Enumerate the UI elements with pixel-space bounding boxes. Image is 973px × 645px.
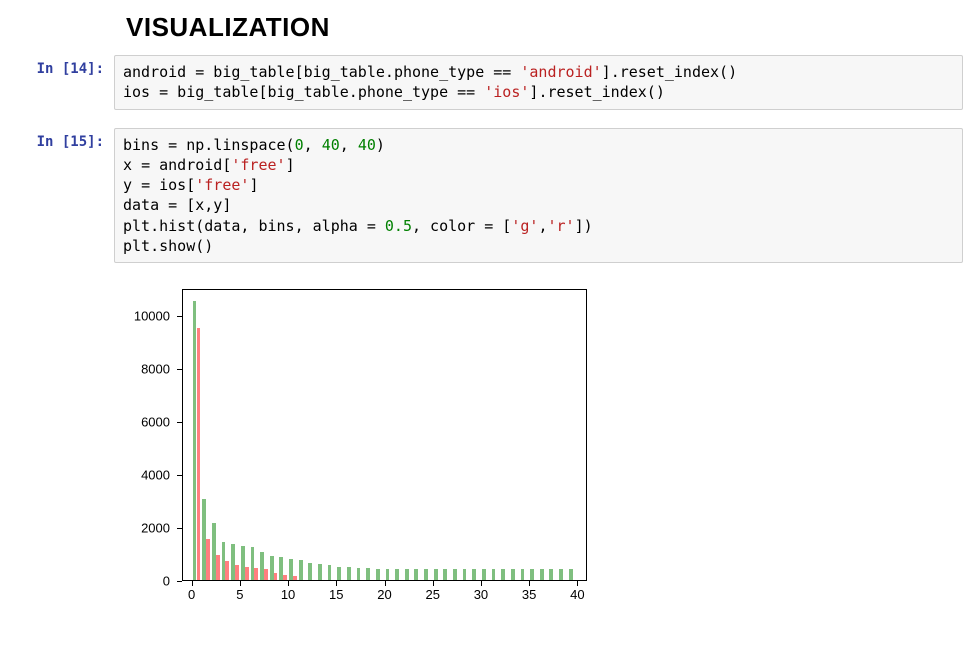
hist-bar-android [549,569,553,580]
hist-bar-android [559,569,563,580]
y-tick-mark [177,528,182,529]
x-tick-label: 35 [522,587,536,602]
hist-bar-android [511,569,515,580]
hist-bar-android [395,569,399,580]
code-text-15: bins = np.linspace(0, 40, 40) x = androi… [123,135,954,257]
x-tick-label: 0 [188,587,195,602]
hist-bar-android [308,563,312,580]
x-tick-label: 10 [281,587,295,602]
hist-bar-android [521,569,525,580]
hist-bar-android [357,568,361,580]
hist-bar-android [366,568,370,580]
x-tick-mark [336,581,337,586]
hist-bar-android [328,565,332,580]
y-tick-label: 4000 [114,467,170,482]
hist-bar-android [318,564,322,580]
prompt-number: 14 [70,61,87,77]
x-tick-label: 40 [570,587,584,602]
hist-bar-android [463,569,467,580]
x-tick-mark [433,581,434,586]
hist-bar-ios [216,555,220,580]
hist-bar-android [434,569,438,580]
output-prompt-empty [10,281,114,287]
y-tick-mark [177,422,182,423]
code-cell-14: In [14]: android = big_table[big_table.p… [10,55,963,110]
y-tick-label: 0 [114,574,170,589]
hist-bar-android [443,569,447,580]
prompt-suffix: ]: [87,61,104,77]
cell-prompt-15: In [15]: [10,128,114,150]
hist-bar-android [347,567,351,580]
cell-prompt-14: In [14]: [10,55,114,77]
hist-bar-android [424,569,428,580]
hist-bar-android [569,569,573,580]
x-tick-mark [240,581,241,586]
x-tick-mark [192,581,193,586]
y-tick-mark [177,475,182,476]
code-input-15[interactable]: bins = np.linspace(0, 40, 40) x = androi… [114,128,963,264]
x-tick-mark [577,581,578,586]
hist-bar-android [386,569,390,580]
hist-bar-android [376,569,380,580]
x-tick-mark [288,581,289,586]
section-heading: VISUALIZATION [126,12,963,43]
hist-bar-android [530,569,534,580]
x-tick-label: 20 [377,587,391,602]
hist-bar-ios [283,575,287,580]
x-tick-label: 25 [425,587,439,602]
hist-bar-ios [235,565,239,580]
code-text-14: android = big_table[big_table.phone_type… [123,62,954,103]
histogram-chart: 0 2000 4000 6000 8000 10000 0 5 10 15 20 25 30 35 40 [114,281,604,616]
plot-frame [182,289,587,581]
y-tick-mark [177,369,182,370]
plot-bars [183,290,586,580]
x-tick-label: 30 [474,587,488,602]
prompt-prefix: In [ [37,61,71,77]
notebook: VISUALIZATION In [14]: android = big_tab… [0,0,973,644]
hist-bar-ios [274,573,278,580]
x-tick-mark [385,581,386,586]
x-tick-mark [481,581,482,586]
y-tick-label: 2000 [114,520,170,535]
y-tick-mark [177,581,182,582]
hist-bar-android [453,569,457,580]
y-tick-mark [177,316,182,317]
hist-bar-ios [245,567,249,580]
hist-bar-android [414,569,418,580]
hist-bar-ios [206,539,210,580]
hist-bar-android [540,569,544,580]
code-input-14[interactable]: android = big_table[big_table.phone_type… [114,55,963,110]
y-tick-label: 8000 [114,361,170,376]
x-tick-mark [529,581,530,586]
y-tick-label: 6000 [114,414,170,429]
output-cell-15: 0 2000 4000 6000 8000 10000 0 5 10 15 20 25 30 35 40 [10,281,963,616]
hist-bar-android [472,569,476,580]
hist-bar-ios [293,576,297,580]
hist-bar-android [501,569,505,580]
prompt-prefix: In [ [37,134,71,150]
prompt-suffix: ]: [87,134,104,150]
hist-bar-ios [225,561,229,580]
output-area: 0 2000 4000 6000 8000 10000 0 5 10 15 20 25 30 35 40 [114,281,963,616]
hist-bar-android [482,569,486,580]
hist-bar-android [492,569,496,580]
prompt-number: 15 [70,134,87,150]
hist-bar-ios [197,328,201,580]
x-tick-label: 15 [329,587,343,602]
x-tick-label: 5 [236,587,243,602]
hist-bar-android [405,569,409,580]
code-cell-15: In [15]: bins = np.linspace(0, 40, 40) x… [10,128,963,264]
hist-bar-android [299,560,303,580]
hist-bar-ios [264,569,268,580]
y-tick-label: 10000 [114,308,170,323]
hist-bar-android [337,567,341,580]
hist-bar-ios [254,568,258,580]
